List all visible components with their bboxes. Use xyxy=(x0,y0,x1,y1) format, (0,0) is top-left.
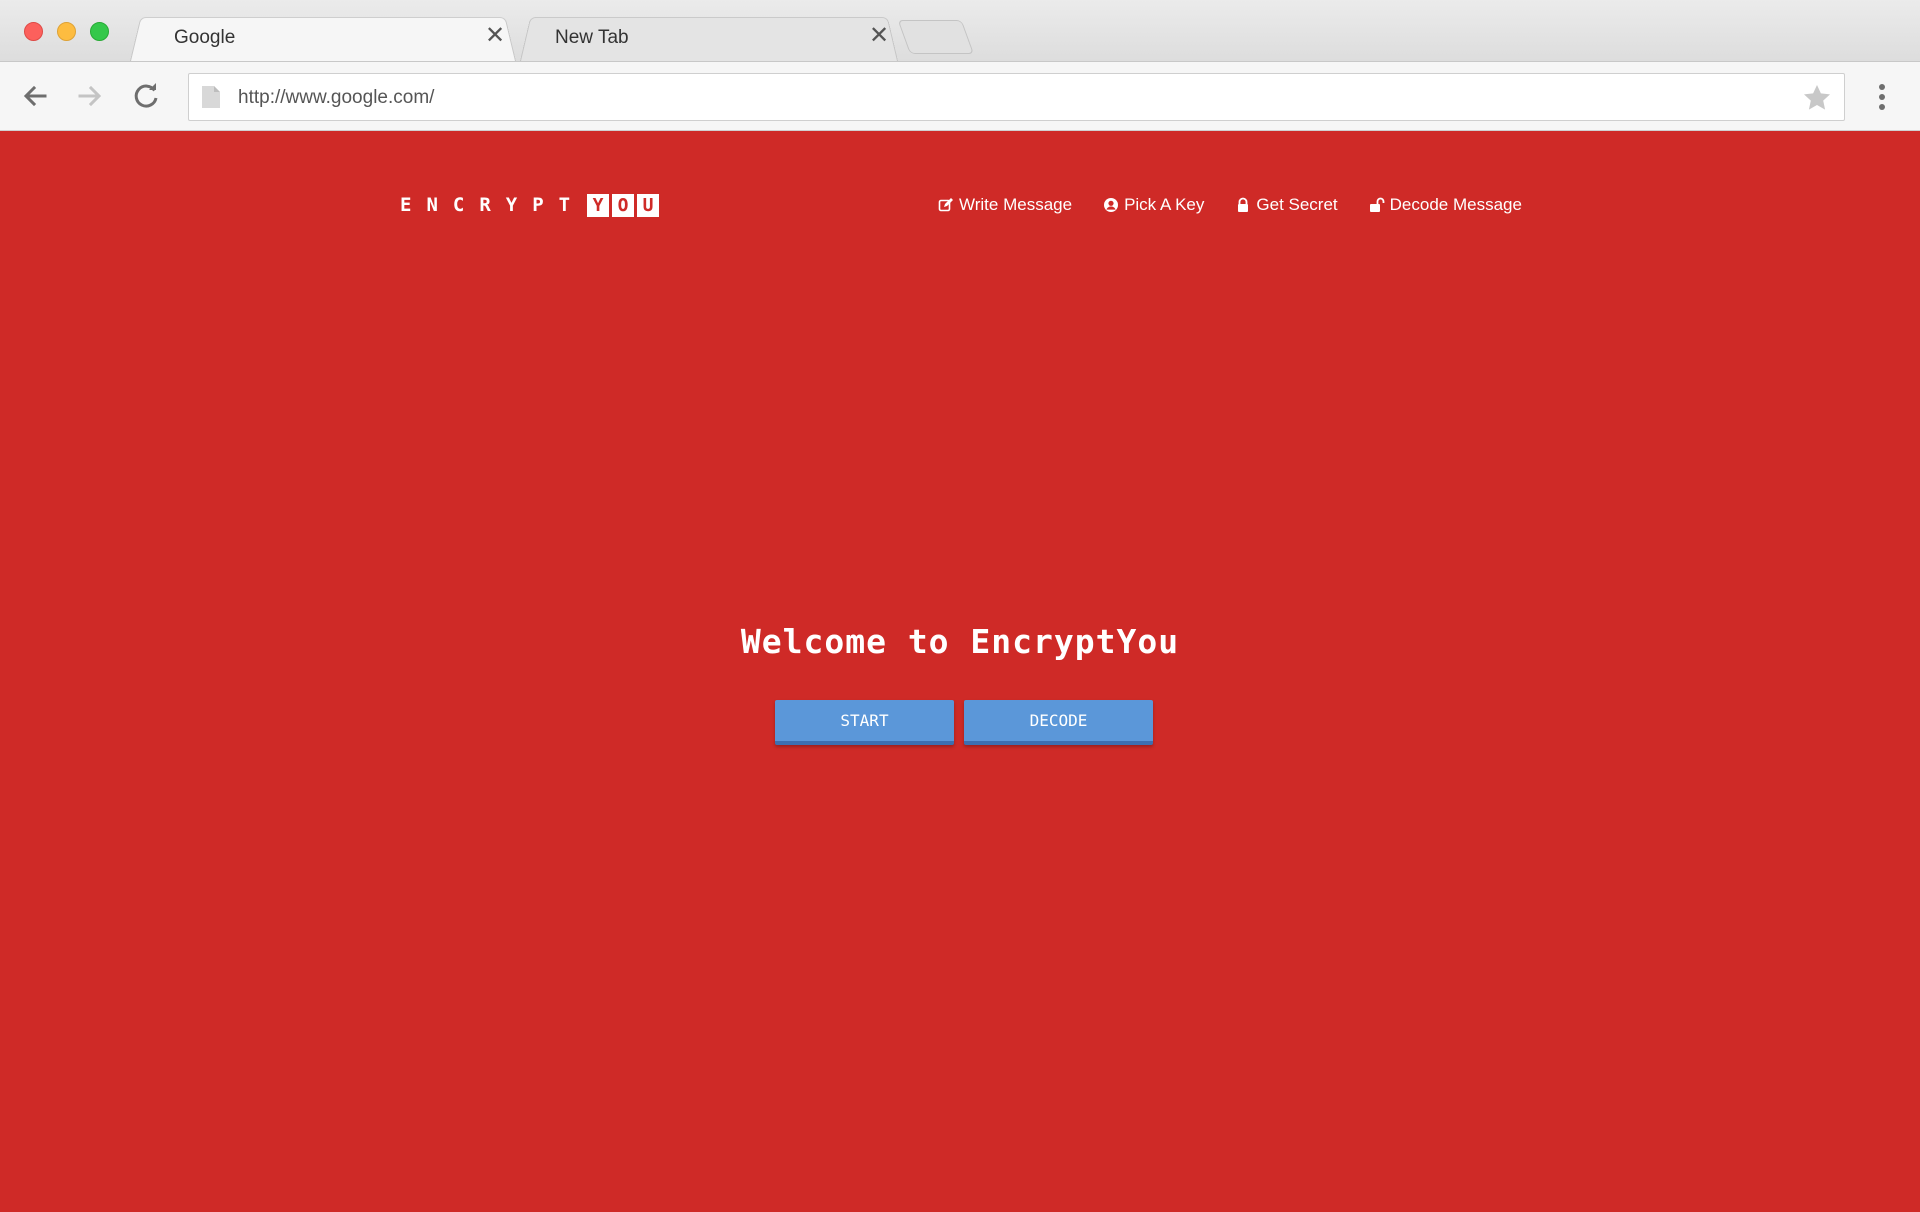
tab-close-icon[interactable]: ✕ xyxy=(869,23,889,47)
back-arrow-icon[interactable] xyxy=(17,78,53,114)
site-logo[interactable]: ENCRYPT Y O U xyxy=(400,193,660,217)
start-button[interactable]: START xyxy=(775,700,954,745)
nav-get-secret[interactable]: Get Secret xyxy=(1235,195,1338,215)
edit-icon xyxy=(938,197,954,213)
nav-label: Write Message xyxy=(959,195,1073,214)
bookmark-star-icon[interactable] xyxy=(1802,83,1832,113)
page-icon xyxy=(202,86,220,108)
page-content: ENCRYPT Y O U Write Message Pick A Key G… xyxy=(0,131,1920,1212)
lock-icon xyxy=(1235,197,1251,213)
nav-label: Decode Message xyxy=(1389,195,1522,214)
logo-letter: Y xyxy=(587,193,610,217)
browser-titlebar: Google ✕ New Tab ✕ xyxy=(0,0,1920,61)
minimize-window-button[interactable] xyxy=(57,22,76,41)
address-bar[interactable]: http://www.google.com/ xyxy=(188,73,1845,121)
tab-google[interactable]: Google ✕ xyxy=(130,13,516,61)
unlock-icon xyxy=(1369,197,1385,213)
menu-kebab-icon[interactable] xyxy=(1870,80,1894,114)
close-window-button[interactable] xyxy=(24,22,43,41)
browser-toolbar: http://www.google.com/ xyxy=(0,61,1920,131)
site-nav: Write Message Pick A Key Get Secret Deco… xyxy=(938,193,1522,217)
nav-decode-message[interactable]: Decode Message xyxy=(1369,195,1522,215)
tab-close-icon[interactable]: ✕ xyxy=(485,23,505,47)
tab-new-tab[interactable]: New Tab ✕ xyxy=(520,13,898,61)
decode-button[interactable]: DECODE xyxy=(964,700,1153,745)
tab-title: Google xyxy=(174,27,236,48)
forward-arrow-icon[interactable] xyxy=(72,78,108,114)
nav-label: Get Secret xyxy=(1256,195,1338,214)
tab-title: New Tab xyxy=(555,27,629,48)
new-tab-button[interactable] xyxy=(897,20,974,54)
nav-pick-a-key[interactable]: Pick A Key xyxy=(1103,195,1204,215)
user-circle-icon xyxy=(1103,197,1119,213)
nav-write-message[interactable]: Write Message xyxy=(938,195,1072,215)
logo-text-encrypt: ENCRYPT xyxy=(400,194,586,216)
logo-text-you: Y O U xyxy=(587,193,660,217)
reload-icon[interactable] xyxy=(128,78,164,114)
logo-letter: O xyxy=(612,193,635,217)
maximize-window-button[interactable] xyxy=(90,22,109,41)
nav-label: Pick A Key xyxy=(1124,195,1205,214)
logo-letter: U xyxy=(637,193,660,217)
url-text: http://www.google.com/ xyxy=(238,87,435,108)
welcome-heading: Welcome to EncryptYou xyxy=(740,622,1180,661)
